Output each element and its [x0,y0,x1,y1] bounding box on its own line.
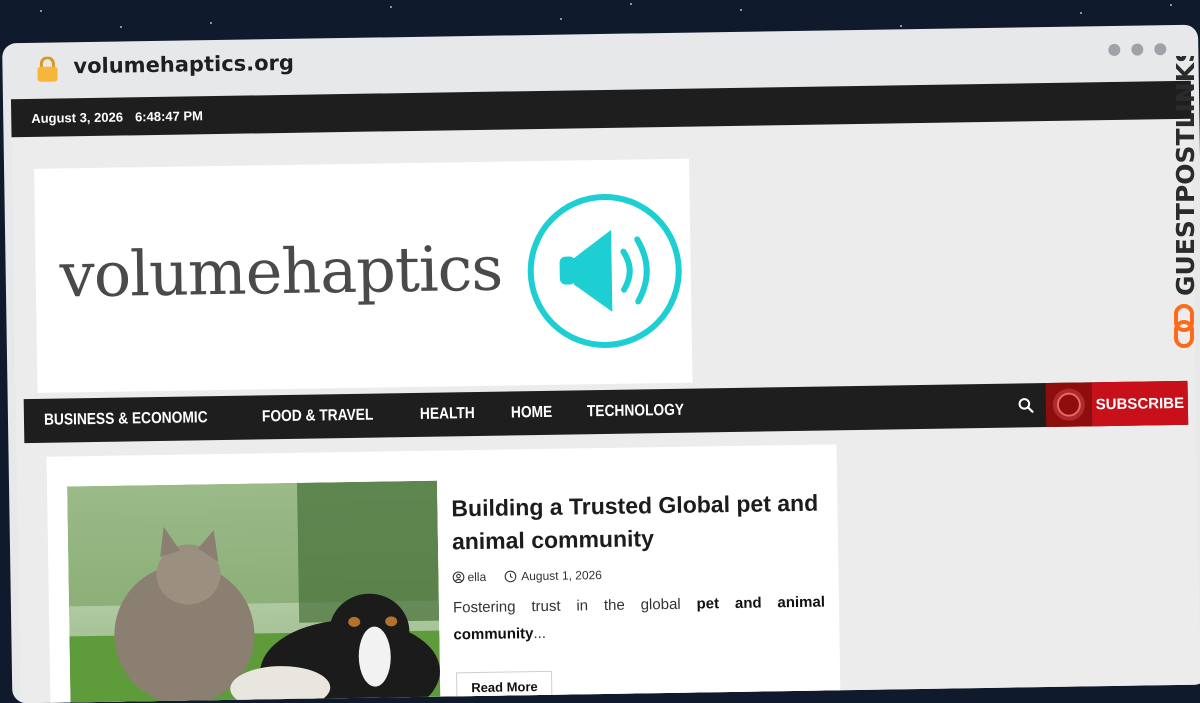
url-text[interactable]: volumehaptics.org [73,51,294,78]
excerpt-ellipsis: ... [533,624,547,643]
post-meta: ella August 1, 2026 [452,568,602,584]
link-chain-icon [1174,304,1194,348]
nav-actions: SUBSCRIBE [1006,380,1189,428]
current-date: August 3, 2026 [31,109,124,126]
live-button[interactable] [1045,382,1093,428]
lock-icon [37,56,58,82]
clock-icon [504,570,517,583]
post-author[interactable]: ella [452,570,486,585]
nav-item-home[interactable]: HOME [511,404,553,423]
post-date: August 1, 2026 [504,568,602,584]
window-dot-icon[interactable] [1108,43,1121,57]
search-icon [1018,398,1034,413]
website: August 3, 2026 6:48:47 PM volumehaptics … [10,80,1200,703]
window-dot-icon[interactable] [1131,43,1144,56]
subscribe-button[interactable]: SUBSCRIBE [1091,380,1189,427]
search-button[interactable] [1006,383,1047,428]
post-date-text: August 1, 2026 [521,568,603,584]
author-name: ella [467,569,487,585]
browser-window: volumehaptics.org August 3, 2026 6:48:47… [2,24,1200,703]
post-excerpt: Fostering trust in the global pet and an… [453,589,826,649]
excerpt-text: Fostering trust in the global [452,595,681,617]
current-time: 6:48:47 PM [134,107,204,124]
nav-item-food-travel[interactable]: FOOD & TRAVEL [262,407,374,427]
window-controls [1108,43,1167,57]
speaker-icon [527,193,682,348]
nav-item-business-economic[interactable]: BUSINESS & ECONOMIC [44,409,208,430]
logo-text: volumehaptics [59,231,503,312]
read-more-button[interactable]: Read More [456,670,553,703]
user-icon [452,571,465,584]
nav-item-technology[interactable]: TECHNOLOGY [587,402,684,422]
post-title[interactable]: Building a Trusted Global pet and animal… [451,486,832,558]
site-logo[interactable]: volumehaptics [34,158,693,393]
guestpostlinks-watermark: GUESTPOSTLINKS [1171,56,1200,348]
featured-post-card: Building a Trusted Global pet and animal… [46,444,841,703]
watermark-text: GUESTPOSTLINKS [1171,56,1200,296]
live-indicator-icon [1056,392,1082,417]
window-dot-icon[interactable] [1154,43,1167,56]
nav-item-health[interactable]: HEALTH [420,405,475,424]
